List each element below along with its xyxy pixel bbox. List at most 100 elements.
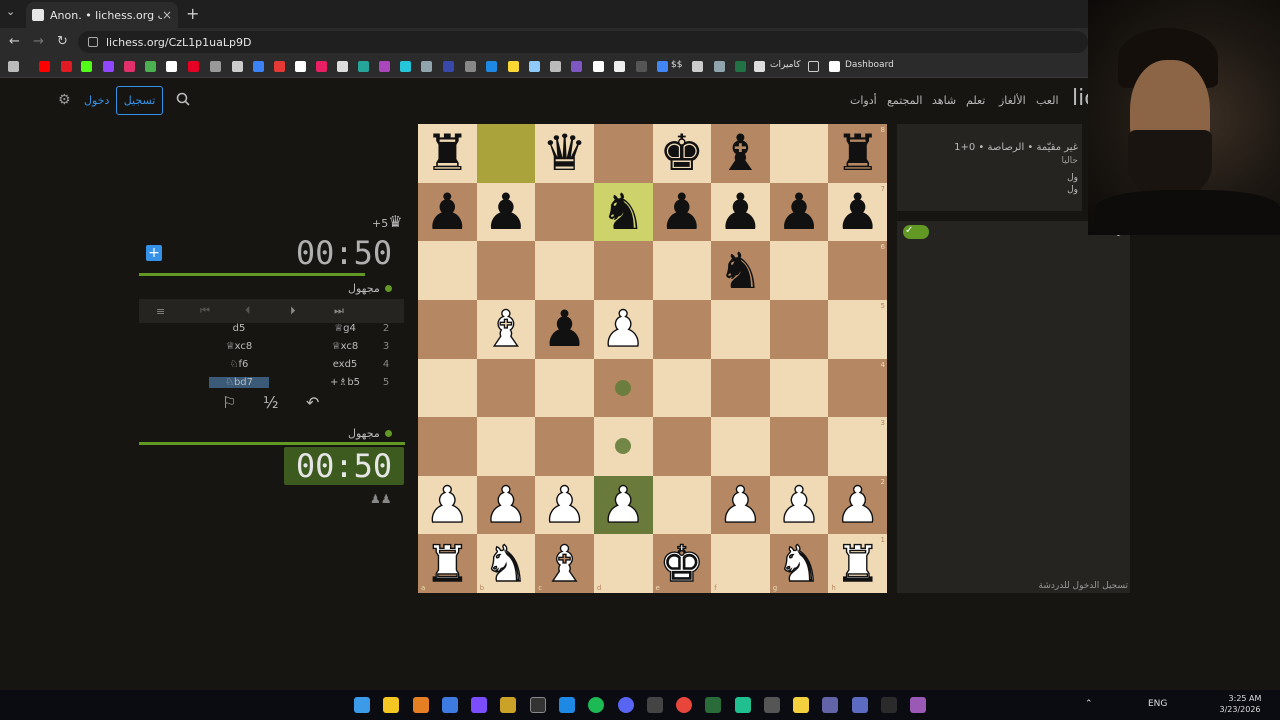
square-a5[interactable]	[418, 299, 477, 359]
nav-puzzles[interactable]: الألغاز	[999, 94, 1026, 107]
tray-overflow-icon[interactable]: ⌃	[1085, 699, 1093, 709]
white-pawn-icon[interactable]: ♟	[717, 479, 763, 530]
spotify-icon[interactable]	[588, 697, 604, 713]
white-knight-icon[interactable]: ♞	[483, 538, 529, 589]
bookmark-icon[interactable]	[145, 61, 156, 72]
bookmark-icon[interactable]	[210, 61, 221, 72]
app-icon[interactable]	[442, 697, 458, 713]
square-h4[interactable]: 4	[828, 358, 887, 418]
app-icon[interactable]	[705, 697, 721, 713]
square-a3[interactable]	[418, 417, 477, 476]
kick-icon[interactable]	[81, 61, 92, 72]
white-pawn-icon[interactable]: ♟	[600, 303, 646, 354]
white-bishop-icon[interactable]: ♝	[483, 303, 529, 354]
white-pawn-icon[interactable]: ♟	[483, 479, 529, 530]
black-pawn-icon[interactable]: ♟	[835, 187, 880, 237]
bookmark-icon[interactable]	[714, 61, 725, 72]
square-g4[interactable]	[769, 358, 829, 418]
white-bishop-icon[interactable]: ♝	[541, 538, 587, 589]
bookmark-icon[interactable]	[550, 61, 561, 72]
square-b7[interactable]: ♟	[476, 182, 536, 242]
site-info-icon[interactable]	[88, 37, 98, 47]
youtube-icon[interactable]	[39, 61, 50, 72]
square-f5[interactable]	[711, 299, 770, 359]
nav-learn[interactable]: تعلم	[966, 94, 985, 107]
square-g8[interactable]	[769, 124, 829, 183]
nav-play[interactable]: العب	[1036, 94, 1059, 107]
white-pawn-icon[interactable]: ♟	[776, 479, 822, 530]
square-g6[interactable]	[769, 241, 829, 300]
black-queen-icon[interactable]: ♛	[542, 128, 587, 178]
square-a6[interactable]	[418, 241, 477, 300]
sign-in-link[interactable]: دخول	[84, 94, 109, 107]
white-knight-icon[interactable]: ♞	[776, 538, 822, 589]
square-e7[interactable]: ♟	[652, 182, 712, 242]
square-h6[interactable]: 6	[828, 241, 887, 300]
white-move[interactable]: ♕g4	[315, 323, 375, 334]
square-g5[interactable]	[769, 299, 829, 359]
black-bishop-icon[interactable]: ♝	[718, 128, 763, 178]
close-tab-icon[interactable]: ×	[162, 8, 172, 22]
bookmark-dashboard[interactable]: Dashboard	[845, 60, 894, 70]
square-f1[interactable]: f	[711, 534, 770, 593]
bookmark-dollars[interactable]: $$	[671, 60, 682, 70]
square-d1[interactable]: d	[593, 534, 653, 593]
white-pawn-icon[interactable]: ♟	[835, 479, 881, 530]
discord-icon[interactable]	[618, 697, 634, 713]
square-a4[interactable]	[418, 358, 477, 418]
square-e3[interactable]	[652, 417, 712, 476]
legal-move-dot[interactable]	[615, 438, 632, 455]
black-pawn-icon[interactable]: ♟	[425, 187, 470, 237]
black-move-current[interactable]: ♘bd7	[209, 377, 269, 388]
square-a2[interactable]: ♟	[418, 475, 477, 535]
square-b3[interactable]	[476, 417, 536, 476]
tab-list-icon[interactable]: ⌄	[6, 5, 15, 18]
bookmark-icon[interactable]	[508, 61, 519, 72]
file-explorer-icon[interactable]	[383, 697, 399, 713]
app-icon[interactable]	[559, 697, 575, 713]
square-b8[interactable]	[476, 124, 536, 183]
square-e8[interactable]: ♚	[652, 124, 712, 183]
bookmark-icon[interactable]	[274, 61, 285, 72]
new-tab-icon[interactable]: +	[186, 4, 199, 23]
reload-icon[interactable]: ↻	[57, 34, 68, 49]
app-icon[interactable]	[852, 697, 868, 713]
bookmark-icon[interactable]	[614, 61, 625, 72]
square-d5[interactable]: ♟	[593, 299, 653, 359]
white-king-icon[interactable]: ♚	[659, 538, 705, 589]
square-e4[interactable]	[652, 358, 712, 418]
white-move[interactable]: +♗b5	[315, 377, 375, 388]
square-f2[interactable]: ♟	[711, 475, 770, 535]
white-move[interactable]: ♕xc8	[315, 341, 375, 352]
square-f4[interactable]	[711, 358, 770, 418]
white-move[interactable]: exd5	[315, 359, 375, 370]
app-icon[interactable]	[500, 697, 516, 713]
bookmark-icon[interactable]	[443, 61, 454, 72]
square-e6[interactable]	[652, 241, 712, 300]
sticky-notes-icon[interactable]	[793, 697, 809, 713]
square-b1[interactable]: ♞ b	[476, 534, 536, 593]
app-icon[interactable]	[647, 697, 663, 713]
bookmark-icon[interactable]	[421, 61, 432, 72]
black-knight-icon[interactable]: ♞	[718, 246, 763, 296]
bookmark-icon[interactable]	[337, 61, 348, 72]
square-c5[interactable]: ♟	[535, 299, 594, 359]
windows-start-icon[interactable]	[354, 697, 370, 713]
square-f7[interactable]: ♟	[711, 182, 770, 242]
add-time-icon[interactable]: +	[146, 245, 162, 261]
bookmark-icon[interactable]	[253, 61, 264, 72]
black-move[interactable]: d5	[209, 323, 269, 334]
square-c3[interactable]	[535, 417, 594, 476]
sign-up-button[interactable]: تسجيل	[116, 86, 163, 115]
bookmark-icon[interactable]	[593, 61, 604, 72]
square-g1[interactable]: ♞ g	[769, 534, 829, 593]
white-pawn-icon[interactable]: ♟	[600, 479, 646, 530]
black-pawn-icon[interactable]: ♟	[542, 304, 587, 354]
black-knight-icon[interactable]: ♞	[601, 187, 646, 237]
square-c4[interactable]	[535, 358, 594, 418]
pinterest-icon[interactable]	[188, 61, 199, 72]
apps-grid-icon[interactable]	[8, 61, 19, 72]
square-f8[interactable]: ♝	[711, 124, 770, 183]
square-a7[interactable]: ♟	[418, 182, 477, 242]
takeback-icon[interactable]: ↶	[306, 393, 319, 412]
